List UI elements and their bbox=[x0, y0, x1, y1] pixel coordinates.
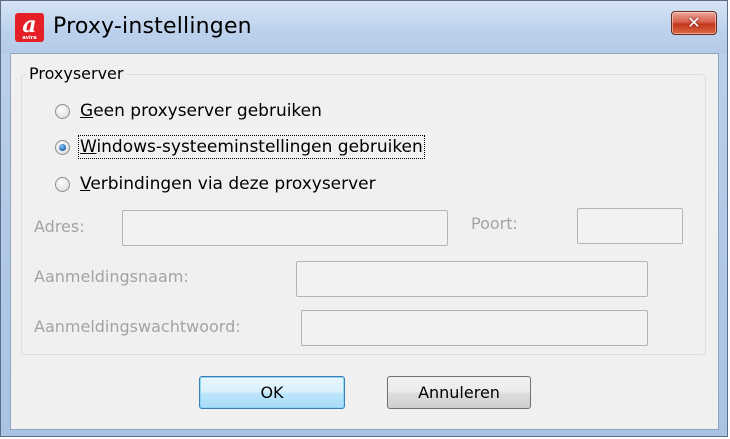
port-field[interactable] bbox=[577, 208, 683, 244]
radio-no-proxy-mnemonic: G bbox=[80, 101, 94, 121]
address-field[interactable] bbox=[122, 210, 448, 246]
avira-logo-icon: a avira bbox=[15, 13, 44, 42]
radio-no-proxy[interactable]: Geen proxyserver gebruiken bbox=[55, 100, 322, 122]
radio-custom-proxy-mnemonic: V bbox=[80, 174, 91, 194]
proxy-settings-dialog: a avira Proxy-instellingen ✕ Proxyserver… bbox=[0, 0, 728, 437]
title-bar[interactable]: a avira Proxy-instellingen ✕ bbox=[1, 1, 727, 53]
radio-windows-settings-text: indows-systeeminstellingen gebruiken bbox=[96, 137, 423, 157]
radio-no-proxy-label[interactable]: Geen proxyserver gebruiken bbox=[80, 101, 322, 121]
close-button[interactable]: ✕ bbox=[671, 11, 717, 35]
radio-custom-proxy[interactable]: Verbindingen via deze proxyserver bbox=[55, 173, 376, 195]
radio-no-proxy-text: een proxyserver gebruiken bbox=[93, 101, 322, 121]
port-label: Poort: bbox=[471, 214, 518, 233]
radio-custom-proxy-text: erbindingen via deze proxyserver bbox=[90, 174, 376, 194]
radio-windows-settings-mnemonic: W bbox=[80, 137, 97, 157]
close-icon: ✕ bbox=[687, 13, 701, 32]
username-label: Aanmeldingsnaam: bbox=[34, 267, 189, 286]
password-field[interactable] bbox=[301, 310, 648, 346]
radio-custom-proxy-label[interactable]: Verbindingen via deze proxyserver bbox=[80, 174, 376, 194]
username-field[interactable] bbox=[296, 261, 648, 297]
address-label: Adres: bbox=[34, 217, 85, 236]
dialog-body: Proxyserver Geen proxyserver gebruiken W… bbox=[10, 53, 719, 430]
radio-windows-settings[interactable]: Windows-systeeminstellingen gebruiken bbox=[55, 135, 425, 159]
radio-windows-settings-circle[interactable] bbox=[55, 139, 70, 155]
radio-custom-proxy-circle[interactable] bbox=[55, 176, 70, 192]
proxyserver-group-legend: Proxyserver bbox=[25, 64, 128, 84]
ok-button[interactable]: OK bbox=[199, 376, 345, 409]
window-title: Proxy-instellingen bbox=[53, 14, 252, 39]
password-label: Aanmeldingswachtwoord: bbox=[34, 317, 241, 336]
cancel-button[interactable]: Annuleren bbox=[387, 376, 531, 409]
radio-no-proxy-circle[interactable] bbox=[55, 103, 70, 119]
app-icon-subtext: avira bbox=[22, 35, 37, 41]
radio-windows-settings-label[interactable]: Windows-systeeminstellingen gebruiken bbox=[78, 135, 425, 159]
